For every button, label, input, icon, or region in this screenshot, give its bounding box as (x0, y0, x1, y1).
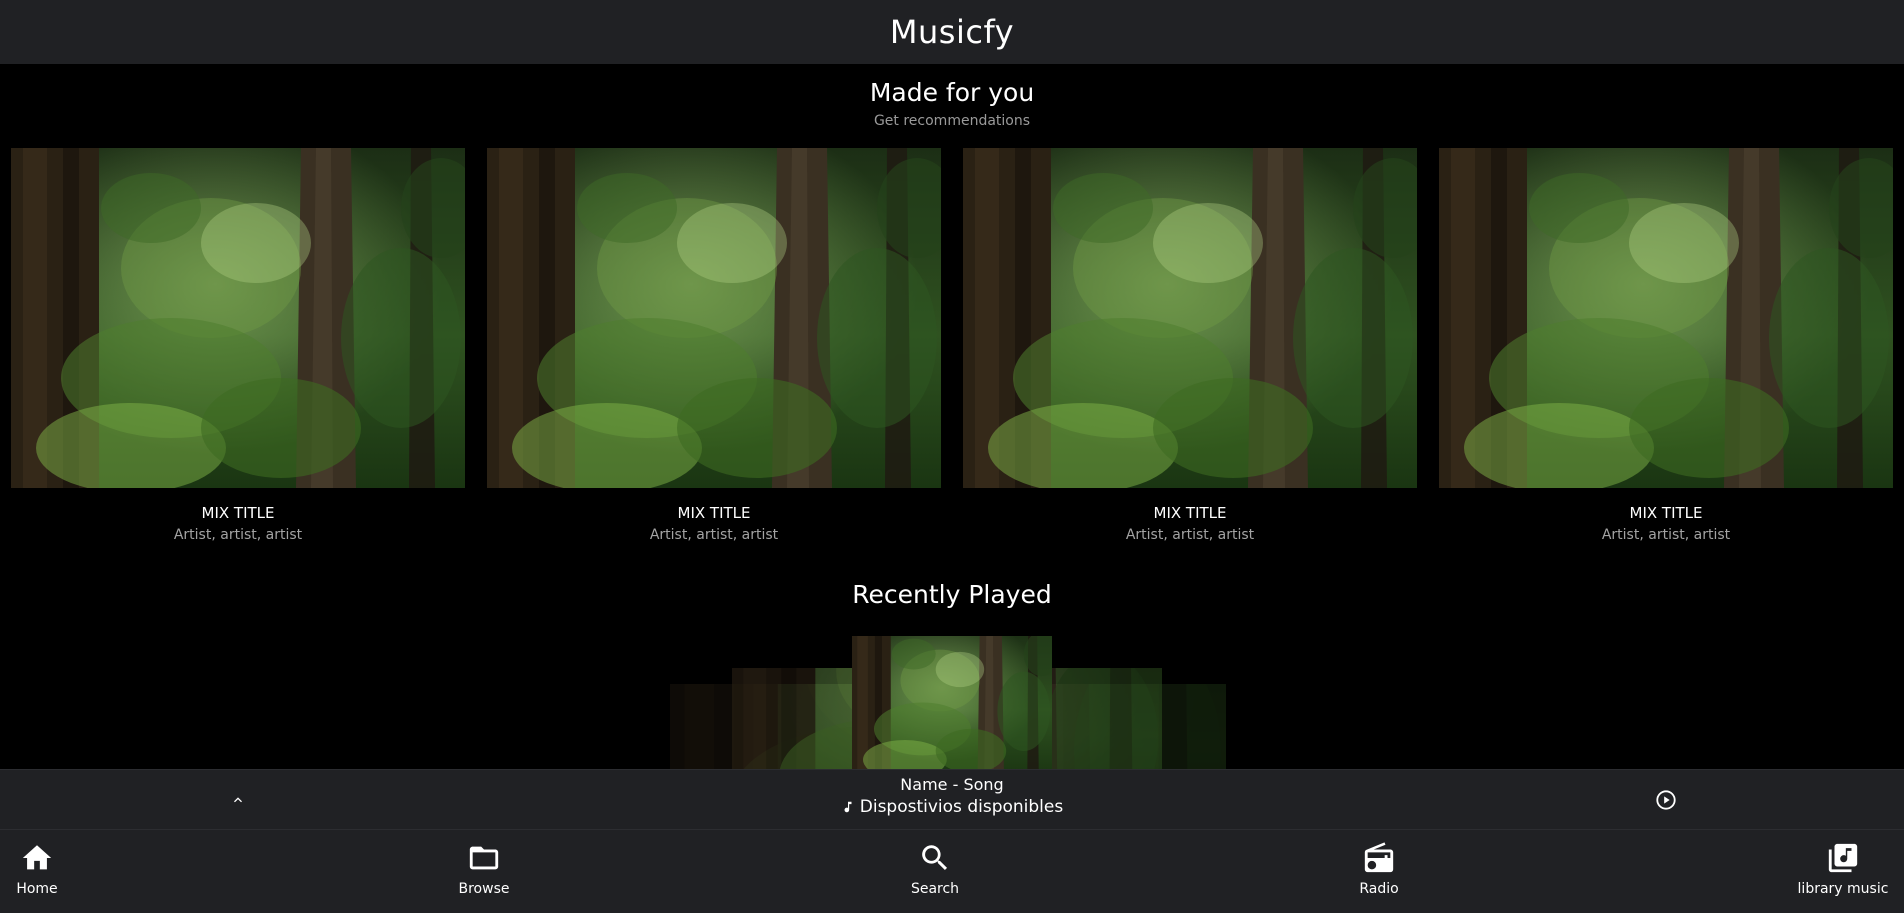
nav-item-radio[interactable]: Radio (1319, 830, 1439, 913)
mix-card[interactable]: MIX TITLE Artist, artist, artist (11, 148, 465, 568)
mix-cover-image[interactable] (11, 148, 465, 488)
nav-label: Home (16, 881, 58, 897)
home-icon (19, 840, 55, 876)
mix-card[interactable]: MIX TITLE Artist, artist, artist (487, 148, 941, 568)
nav-item-browse[interactable]: Browse (424, 830, 544, 913)
mix-title: MIX TITLE (677, 504, 751, 522)
mix-artists: Artist, artist, artist (1125, 527, 1255, 543)
mix-title: MIX TITLE (1629, 504, 1703, 522)
play-button[interactable] (1652, 783, 1680, 817)
mix-cover-image[interactable] (487, 148, 941, 488)
app-title: Musicfy (889, 13, 1015, 51)
nav-label: Browse (458, 881, 510, 897)
nav-label: library music (1797, 881, 1889, 897)
nav-label: Search (910, 881, 960, 897)
expand-player-button[interactable] (222, 782, 254, 818)
recently-played-title: Recently Played (852, 580, 1052, 609)
devices-button[interactable]: Dispostivios disponibles (752, 795, 1152, 819)
mix-artists: Artist, artist, artist (1601, 527, 1731, 543)
nav-item-search[interactable]: Search (875, 830, 995, 913)
mix-card[interactable]: MIX TITLE Artist, artist, artist (963, 148, 1417, 568)
mix-cover-image[interactable] (963, 148, 1417, 488)
chevron-up-icon (234, 797, 242, 803)
radio-icon (1361, 840, 1397, 876)
bottom-navigation: Home Browse Search Radio library music (0, 830, 1904, 913)
main-content[interactable]: Made for you Get recommendations MIX TIT… (0, 64, 1904, 769)
app-header: Musicfy (0, 0, 1904, 64)
search-icon (917, 840, 953, 876)
devices-label: Dispostivios disponibles (859, 797, 1064, 817)
made-for-you-title: Made for you (869, 78, 1035, 107)
mix-artists: Artist, artist, artist (173, 527, 303, 543)
recently-played-carousel[interactable] (0, 636, 1904, 769)
recent-cover-image[interactable] (852, 636, 1052, 769)
mix-card[interactable]: MIX TITLE Artist, artist, artist (1439, 148, 1893, 568)
play-circle-icon (1656, 790, 1676, 810)
song-name: Name - Song (900, 775, 1004, 794)
made-for-you-subtitle[interactable]: Get recommendations (0, 113, 1904, 129)
nav-label: Radio (1359, 881, 1399, 897)
nav-item-home[interactable]: Home (0, 830, 97, 913)
mix-artists: Artist, artist, artist (649, 527, 779, 543)
mix-title: MIX TITLE (1153, 504, 1227, 522)
folder-icon (466, 840, 502, 876)
music-note-icon (844, 801, 852, 813)
now-playing-bar[interactable]: Name - Song Dispostivios disponibles (0, 769, 1904, 830)
library-music-icon (1825, 840, 1861, 876)
mix-cover-image[interactable] (1439, 148, 1893, 488)
nav-item-library-music[interactable]: library music (1783, 830, 1903, 913)
mix-title: MIX TITLE (201, 504, 275, 522)
track-info: Name - Song Dispostivios disponibles (752, 775, 1152, 819)
